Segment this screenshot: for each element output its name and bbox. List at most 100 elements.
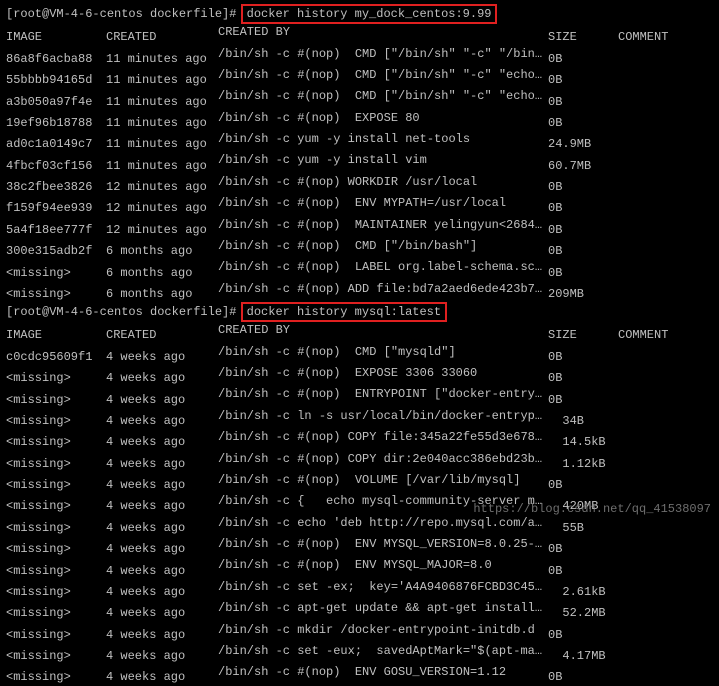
cell-size: 0B [548, 477, 618, 493]
cell-image: <missing> [6, 413, 106, 429]
cell-size: 0B [548, 265, 618, 281]
cell-created: 11 minutes ago [106, 51, 218, 67]
cell-created: 4 weeks ago [106, 477, 218, 493]
cell-createdby: /bin/sh -c #(nop) LABEL org.label-schema… [218, 259, 548, 275]
cell-size: 0B [548, 349, 618, 365]
cell-image: <missing> [6, 541, 106, 557]
table-row: 38c2fbee382612 minutes ago/bin/sh -c #(n… [6, 174, 713, 195]
cell-image: 55bbbb94165d [6, 72, 106, 88]
table1-header: IMAGECREATEDCREATED BYSIZECOMMENT [6, 24, 713, 45]
cell-image: <missing> [6, 265, 106, 281]
cell-createdby: /bin/sh -c #(nop) COPY file:345a22fe55d3… [218, 429, 548, 445]
table-row: <missing>4 weeks ago/bin/sh -c #(nop) CO… [6, 429, 713, 450]
cell-createdby: /bin/sh -c #(nop) EXPOSE 3306 33060 [218, 365, 548, 381]
col-size-header: SIZE [548, 327, 618, 343]
cell-createdby: /bin/sh -c #(nop) CMD ["mysqld"] [218, 344, 548, 360]
cell-size: 209MB [548, 286, 618, 302]
cell-created: 4 weeks ago [106, 541, 218, 557]
cell-created: 4 weeks ago [106, 648, 218, 664]
cell-image: <missing> [6, 584, 106, 600]
cell-image: 86a8f6acba88 [6, 51, 106, 67]
cell-image: 300e315adb2f [6, 243, 106, 259]
cell-image: <missing> [6, 648, 106, 664]
cell-size: 0B [548, 72, 618, 88]
cell-size: 0B [548, 222, 618, 238]
cell-image: 19ef96b18788 [6, 115, 106, 131]
table-row: f159f94ee93912 minutes ago/bin/sh -c #(n… [6, 195, 713, 216]
table-row: 19ef96b1878811 minutes ago/bin/sh -c #(n… [6, 110, 713, 131]
terminal-prompt-2[interactable]: [root@VM-4-6-centos dockerfile]# docker … [6, 302, 713, 322]
cell-created: 11 minutes ago [106, 72, 218, 88]
table-row: <missing>4 weeks ago/bin/sh -c ln -s usr… [6, 408, 713, 429]
cell-created: 6 months ago [106, 243, 218, 259]
cell-createdby: /bin/sh -c set -eux; savedAptMark="$(apt… [218, 643, 548, 659]
cell-created: 11 minutes ago [106, 136, 218, 152]
cell-image: <missing> [6, 370, 106, 386]
table-row: <missing>6 months ago/bin/sh -c #(nop) L… [6, 259, 713, 280]
cell-image: 38c2fbee3826 [6, 179, 106, 195]
col-createdby-header: CREATED BY [218, 24, 548, 40]
cell-image: c0cdc95609f1 [6, 349, 106, 365]
cell-created: 11 minutes ago [106, 115, 218, 131]
cell-size: 4.17MB [548, 648, 618, 664]
cell-size: 2.61kB [548, 584, 618, 600]
terminal-prompt-1[interactable]: [root@VM-4-6-centos dockerfile]# docker … [6, 4, 713, 24]
cell-created: 6 months ago [106, 265, 218, 281]
prompt-prefix: [root@VM-4-6-centos dockerfile]# [6, 7, 244, 21]
cell-image: <missing> [6, 627, 106, 643]
cell-size: 1.12kB [548, 456, 618, 472]
cell-size: 34B [548, 413, 618, 429]
cell-createdby: /bin/sh -c #(nop) WORKDIR /usr/local [218, 174, 548, 190]
cell-createdby: /bin/sh -c #(nop) CMD ["/bin/sh" "-c" "/… [218, 46, 548, 62]
command-highlight-1: docker history my_dock_centos:9.99 [241, 4, 498, 24]
cell-image: <missing> [6, 563, 106, 579]
cell-size: 0B [548, 563, 618, 579]
cell-createdby: /bin/sh -c mkdir /docker-entrypoint-init… [218, 622, 548, 638]
cell-created: 4 weeks ago [106, 434, 218, 450]
table-row: 300e315adb2f6 months ago/bin/sh -c #(nop… [6, 238, 713, 259]
col-size-header: SIZE [548, 29, 618, 45]
col-image-header: IMAGE [6, 327, 106, 343]
cell-size: 0B [548, 627, 618, 643]
cell-size: 0B [548, 51, 618, 67]
cell-created: 4 weeks ago [106, 563, 218, 579]
cell-image: <missing> [6, 434, 106, 450]
cell-image: f159f94ee939 [6, 200, 106, 216]
cell-image: <missing> [6, 392, 106, 408]
col-created-header: CREATED [106, 327, 218, 343]
cell-image: <missing> [6, 669, 106, 685]
cell-createdby: /bin/sh -c #(nop) CMD ["/bin/sh" "-c" "e… [218, 88, 548, 104]
cell-size: 0B [548, 370, 618, 386]
cell-created: 4 weeks ago [106, 584, 218, 600]
cell-created: 4 weeks ago [106, 520, 218, 536]
cell-created: 4 weeks ago [106, 349, 218, 365]
cell-createdby: /bin/sh -c apt-get update && apt-get ins… [218, 600, 548, 616]
table2-header: IMAGECREATEDCREATED BYSIZECOMMENT [6, 322, 713, 343]
cell-createdby: /bin/sh -c #(nop) ENV MYSQL_MAJOR=8.0 [218, 557, 548, 573]
cell-size: 0B [548, 115, 618, 131]
cell-image: <missing> [6, 605, 106, 621]
cell-size: 55B [548, 520, 618, 536]
cell-image: 4fbcf03cf156 [6, 158, 106, 174]
cell-createdby: /bin/sh -c #(nop) CMD ["/bin/bash"] [218, 238, 548, 254]
cell-image: a3b050a97f4e [6, 94, 106, 110]
table-row: ad0c1a0149c711 minutes ago/bin/sh -c yum… [6, 131, 713, 152]
cell-size: 14.5kB [548, 434, 618, 450]
cell-created: 4 weeks ago [106, 498, 218, 514]
command-text-1: docker history my_dock_centos:9.99 [247, 7, 492, 21]
cell-created: 4 weeks ago [106, 413, 218, 429]
col-created-header: CREATED [106, 29, 218, 45]
cell-image: <missing> [6, 520, 106, 536]
cell-created: 4 weeks ago [106, 627, 218, 643]
cell-created: 11 minutes ago [106, 158, 218, 174]
cell-size: 0B [548, 94, 618, 110]
col-createdby-header: CREATED BY [218, 322, 548, 338]
cell-size: 0B [548, 541, 618, 557]
cell-image: <missing> [6, 286, 106, 302]
cell-size: 0B [548, 392, 618, 408]
table-row: 86a8f6acba8811 minutes ago/bin/sh -c #(n… [6, 46, 713, 67]
cell-createdby: /bin/sh -c yum -y install vim [218, 152, 548, 168]
cell-size: 0B [548, 200, 618, 216]
command-text-2: docker history mysql:latest [247, 305, 441, 319]
table-row: <missing>4 weeks ago/bin/sh -c #(nop) VO… [6, 472, 713, 493]
